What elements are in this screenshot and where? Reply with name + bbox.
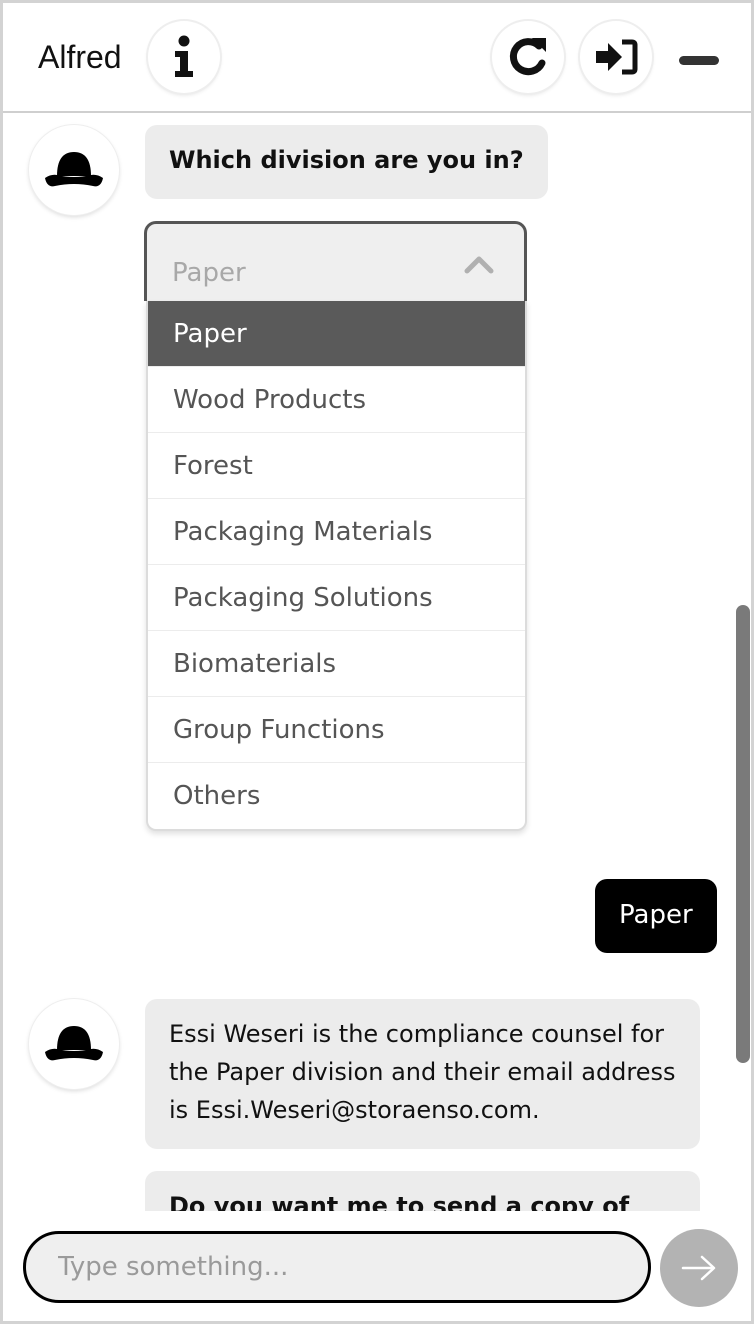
restart-button[interactable]	[492, 21, 564, 93]
division-option[interactable]: Packaging Materials	[148, 499, 525, 565]
sign-in-icon	[596, 39, 638, 75]
bot-message: Which division are you in?	[145, 125, 548, 199]
user-message: Paper	[595, 879, 717, 953]
send-button[interactable]	[660, 1229, 738, 1307]
refresh-icon	[509, 38, 546, 76]
minimize-icon	[679, 55, 719, 65]
sign-in-button[interactable]	[580, 21, 652, 93]
bot-avatar	[29, 999, 119, 1089]
bowler-hat-icon	[45, 1026, 103, 1061]
division-option[interactable]: Paper	[148, 301, 525, 367]
division-option[interactable]: Packaging Solutions	[148, 565, 525, 631]
bot-avatar	[29, 125, 119, 215]
arrow-right-icon	[681, 1255, 716, 1281]
division-option[interactable]: Wood Products	[148, 367, 525, 433]
bot-message: Do you want me to send a copy of our	[145, 1171, 700, 1211]
division-select[interactable]: Paper	[144, 221, 527, 301]
chat-header: Alfred	[3, 3, 751, 113]
division-options-list: Paper Wood Products Forest Packaging Mat…	[146, 301, 527, 831]
composer	[3, 1211, 751, 1321]
bot-name: Alfred	[38, 39, 122, 75]
division-option[interactable]: Others	[148, 763, 525, 829]
info-button[interactable]	[148, 21, 220, 93]
info-icon	[175, 35, 193, 77]
division-option[interactable]: Group Functions	[148, 697, 525, 763]
minimize-button[interactable]	[675, 43, 723, 77]
message-input[interactable]	[23, 1231, 651, 1303]
chat-window: Alfred Which division are you in? Paper …	[0, 0, 754, 1324]
bot-message: Essi Weseri is the compliance counsel fo…	[145, 999, 700, 1149]
chat-scrollbar[interactable]	[736, 605, 750, 1063]
division-select-value: Paper	[172, 258, 246, 288]
bowler-hat-icon	[45, 152, 103, 187]
chevron-up-icon	[464, 256, 494, 274]
division-option[interactable]: Biomaterials	[148, 631, 525, 697]
division-option[interactable]: Forest	[148, 433, 525, 499]
chat-messages[interactable]: Which division are you in? Paper Paper W…	[3, 115, 751, 1211]
